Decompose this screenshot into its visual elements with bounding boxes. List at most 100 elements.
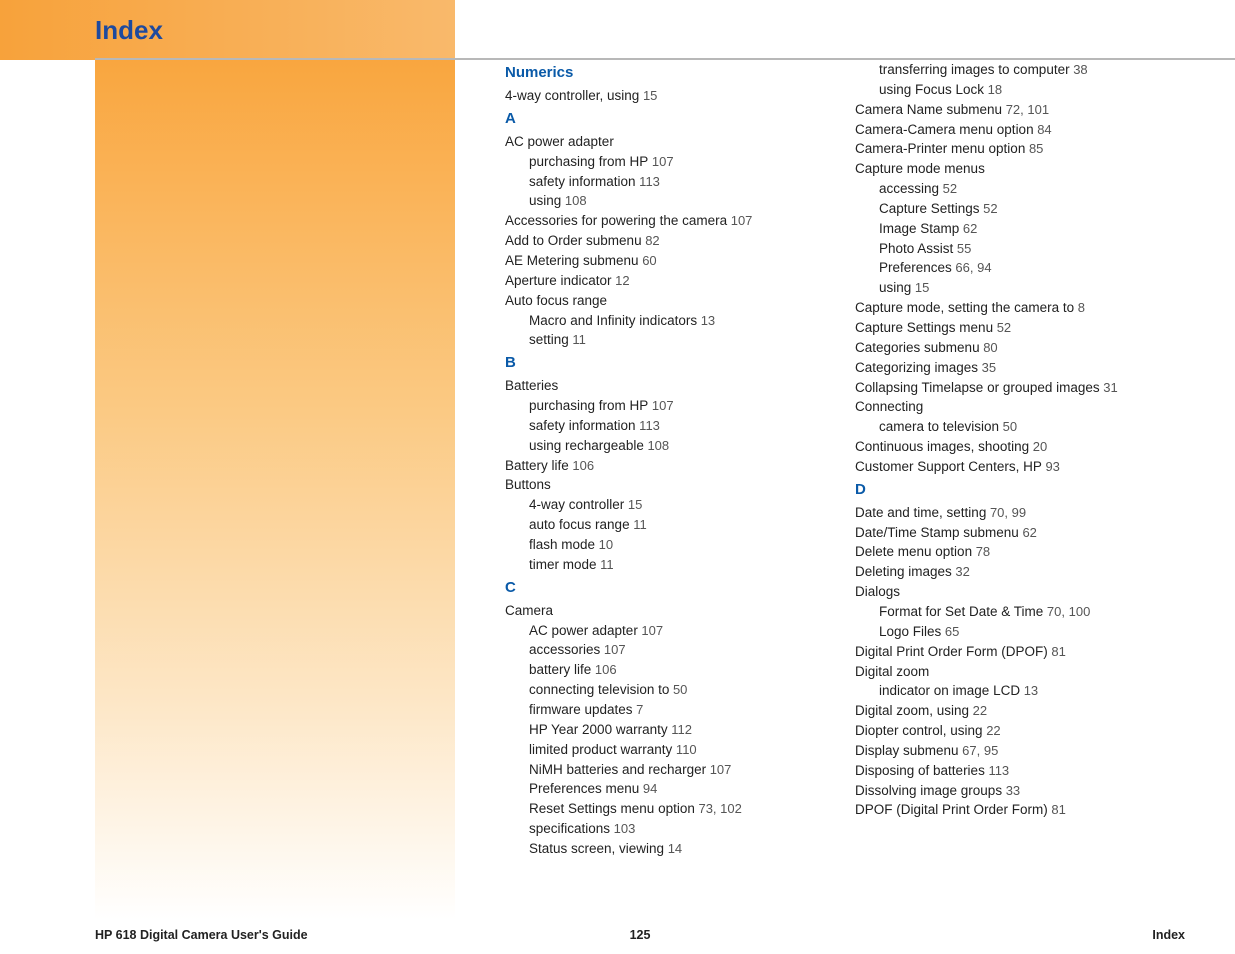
entry-text: Digital zoom [855, 664, 929, 679]
entry-pages[interactable]: 81 [1048, 644, 1066, 659]
entry-pages[interactable]: 113 [636, 174, 660, 189]
entry-text: Camera [505, 603, 553, 618]
entry-pages[interactable]: 15 [639, 88, 657, 103]
entry-text: Accessories for powering the camera [505, 213, 727, 228]
entry-pages[interactable]: 52 [939, 181, 957, 196]
entry-text: Camera-Printer menu option [855, 141, 1025, 156]
index-subentry: AC power adapter 107 [505, 621, 815, 641]
entry-pages[interactable]: 106 [569, 458, 594, 473]
entry-pages[interactable]: 113 [985, 763, 1009, 778]
entry-pages[interactable]: 113 [636, 418, 660, 433]
entry-pages[interactable]: 11 [630, 517, 647, 532]
entry-text: setting [529, 332, 569, 347]
entry-pages[interactable]: 66, 94 [952, 260, 992, 275]
entry-text: Collapsing Timelapse or grouped images [855, 380, 1100, 395]
index-subentry: using 108 [505, 191, 815, 211]
entry-pages[interactable]: 55 [953, 241, 971, 256]
index-subentry: Status screen, viewing 14 [505, 839, 815, 859]
entry-pages[interactable]: 108 [644, 438, 669, 453]
index-subentry: Preferences 66, 94 [855, 258, 1165, 278]
entry-pages[interactable]: 107 [706, 762, 731, 777]
entry-text: Capture mode menus [855, 161, 985, 176]
entry-text: Status screen, viewing [529, 841, 664, 856]
entry-pages[interactable]: 13 [1020, 683, 1038, 698]
entry-pages[interactable]: 62 [959, 221, 977, 236]
entry-pages[interactable]: 93 [1042, 459, 1060, 474]
entry-pages[interactable]: 31 [1100, 380, 1118, 395]
entry-pages[interactable]: 70, 99 [986, 505, 1026, 520]
page: Index Numerics4-way controller, using 15… [0, 0, 1235, 920]
entry-pages[interactable]: 70, 100 [1043, 604, 1090, 619]
entry-pages[interactable]: 50 [999, 419, 1017, 434]
entry-pages[interactable]: 112 [668, 722, 692, 737]
index-entry: Collapsing Timelapse or grouped images 3… [855, 378, 1165, 398]
entry-pages[interactable]: 72, 101 [1002, 102, 1049, 117]
entry-text: Format for Set Date & Time [879, 604, 1043, 619]
entry-text: using rechargeable [529, 438, 644, 453]
entry-pages[interactable]: 52 [980, 201, 998, 216]
entry-pages[interactable]: 22 [969, 703, 987, 718]
entry-pages[interactable]: 13 [697, 313, 715, 328]
entry-pages[interactable]: 15 [911, 280, 929, 295]
entry-pages[interactable]: 78 [972, 544, 990, 559]
index-subentry: Photo Assist 55 [855, 239, 1165, 259]
entry-pages[interactable]: 15 [624, 497, 642, 512]
page-title: Index [95, 15, 163, 46]
entry-pages[interactable]: 94 [639, 781, 657, 796]
entry-pages[interactable]: 20 [1029, 439, 1047, 454]
index-entry: Continuous images, shooting 20 [855, 437, 1165, 457]
index-content: Numerics4-way controller, using 15AAC po… [455, 0, 1165, 920]
entry-pages[interactable]: 8 [1074, 300, 1085, 315]
entry-pages[interactable]: 108 [561, 193, 586, 208]
entry-pages[interactable]: 14 [664, 841, 682, 856]
header-bar: Index [0, 0, 455, 60]
entry-pages[interactable]: 85 [1025, 141, 1043, 156]
entry-text: Categorizing images [855, 360, 978, 375]
entry-pages[interactable]: 62 [1019, 525, 1037, 540]
index-entry: Customer Support Centers, HP 93 [855, 457, 1165, 477]
entry-pages[interactable]: 18 [984, 82, 1002, 97]
entry-text: Add to Order submenu [505, 233, 642, 248]
entry-pages[interactable]: 81 [1048, 802, 1066, 817]
entry-text: specifications [529, 821, 610, 836]
entry-text: AC power adapter [529, 623, 638, 638]
index-entry: Digital zoom [855, 662, 1165, 682]
entry-pages[interactable]: 38 [1070, 62, 1088, 77]
entry-pages[interactable]: 107 [600, 642, 625, 657]
entry-pages[interactable]: 82 [642, 233, 660, 248]
index-entry: Batteries [505, 376, 815, 396]
index-entry: Categorizing images 35 [855, 358, 1165, 378]
index-entry: AE Metering submenu 60 [505, 251, 815, 271]
entry-pages[interactable]: 103 [610, 821, 635, 836]
entry-pages[interactable]: 11 [597, 557, 614, 572]
index-letter: A [505, 108, 815, 130]
entry-text: NiMH batteries and recharger [529, 762, 706, 777]
entry-pages[interactable]: 84 [1034, 122, 1052, 137]
entry-pages[interactable]: 80 [980, 340, 998, 355]
entry-pages[interactable]: 10 [595, 537, 613, 552]
entry-pages[interactable]: 67, 95 [959, 743, 999, 758]
entry-pages[interactable]: 110 [672, 742, 696, 757]
entry-pages[interactable]: 106 [591, 662, 616, 677]
index-entry: Camera-Camera menu option 84 [855, 120, 1165, 140]
entry-pages[interactable]: 12 [612, 273, 630, 288]
entry-pages[interactable]: 107 [638, 623, 663, 638]
entry-pages[interactable]: 50 [669, 682, 687, 697]
entry-pages[interactable]: 35 [978, 360, 996, 375]
entry-pages[interactable]: 107 [648, 154, 673, 169]
entry-pages[interactable]: 107 [648, 398, 673, 413]
entry-pages[interactable]: 11 [569, 332, 586, 347]
entry-pages[interactable]: 60 [639, 253, 657, 268]
entry-pages[interactable]: 107 [727, 213, 752, 228]
entry-pages[interactable]: 73, 102 [695, 801, 742, 816]
index-subentry: using Focus Lock 18 [855, 80, 1165, 100]
entry-pages[interactable]: 52 [993, 320, 1011, 335]
entry-text: firmware updates [529, 702, 633, 717]
entry-pages[interactable]: 7 [633, 702, 644, 717]
index-entry: Accessories for powering the camera 107 [505, 211, 815, 231]
entry-pages[interactable]: 32 [952, 564, 970, 579]
entry-pages[interactable]: 65 [941, 624, 959, 639]
entry-text: Customer Support Centers, HP [855, 459, 1042, 474]
entry-pages[interactable]: 33 [1002, 783, 1020, 798]
entry-pages[interactable]: 22 [983, 723, 1001, 738]
